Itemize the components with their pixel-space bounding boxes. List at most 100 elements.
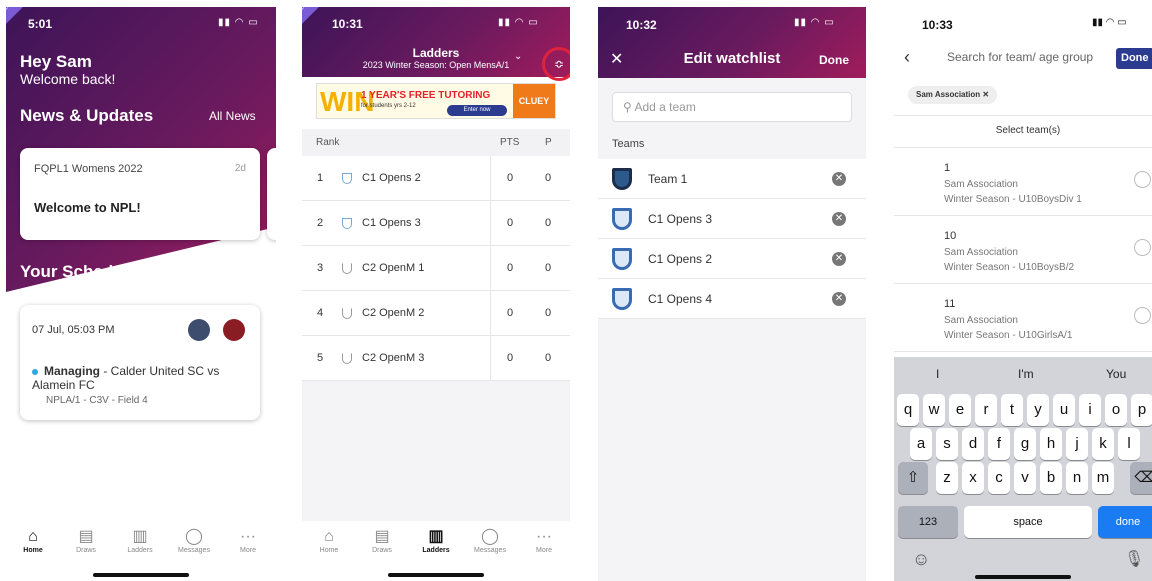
key-f[interactable]: f	[988, 428, 1010, 460]
team-search-input[interactable]: Search for team/ age group	[947, 50, 1093, 64]
microphone-icon[interactable]: 🎙	[1124, 549, 1144, 569]
remove-icon[interactable]: ✕	[832, 252, 846, 266]
ladders-icon: ▥	[428, 528, 444, 545]
key-t[interactable]: t	[1001, 394, 1023, 426]
news-card[interactable]: FQPL1 Womens 2022 2d Welcome to NPL!	[20, 148, 260, 240]
tab-home[interactable]: ⌂ Home	[13, 527, 53, 554]
key-u[interactable]: u	[1053, 394, 1075, 426]
team-search-screen: 10:33 ▮▮ ◠ ▭ ‹ Search for team/ age grou…	[894, 7, 1152, 581]
chevron-down-icon[interactable]: ⌄	[514, 51, 522, 62]
radio-button[interactable]	[1134, 171, 1151, 188]
key-k[interactable]: k	[1092, 428, 1114, 460]
all-news-link[interactable]: All News	[209, 109, 256, 123]
team-row[interactable]: C1 Opens 3 ✕	[598, 199, 866, 239]
numbers-key[interactable]: 123	[898, 506, 958, 538]
ladder-row[interactable]: 5 C2 OpenM 3 0 0	[302, 336, 570, 381]
tab-ladders[interactable]: ▥ Ladders	[416, 527, 456, 554]
ladders-title[interactable]: Ladders	[302, 46, 570, 60]
team-shield-icon	[342, 217, 352, 229]
remove-icon[interactable]: ✕	[832, 172, 846, 186]
status-icons: ▮▮ ◠ ▭	[794, 17, 835, 28]
news-headline: Welcome to NPL!	[34, 200, 141, 215]
key-q[interactable]: q	[897, 394, 919, 426]
news-card-next[interactable]	[267, 148, 276, 240]
key-y[interactable]: y	[1027, 394, 1049, 426]
key-n[interactable]: n	[1066, 462, 1088, 494]
done-button[interactable]: Done	[1116, 48, 1152, 69]
match-card[interactable]: 07 Jul, 05:03 PM Managing - Calder Unite…	[20, 305, 260, 420]
tab-more[interactable]: ··· More	[228, 527, 268, 554]
team-option[interactable]: 1 Sam Association Winter Season - U10BoysD…	[894, 148, 1152, 216]
key-a[interactable]: a	[910, 428, 932, 460]
team-shield-icon	[342, 307, 352, 319]
team-row[interactable]: Team 1 ✕	[598, 159, 866, 199]
space-key[interactable]: space	[964, 506, 1092, 538]
home-team-logo	[188, 319, 210, 341]
row-pts: 0	[507, 307, 514, 319]
tab-messages[interactable]: ◯ Messages	[174, 527, 214, 554]
row-pts: 0	[507, 172, 514, 184]
key-j[interactable]: j	[1066, 428, 1088, 460]
schedule-heading: Your Schedule	[20, 262, 138, 281]
tab-home[interactable]: ⌂ Home	[309, 527, 349, 554]
key-m[interactable]: m	[1092, 462, 1114, 494]
tab-more[interactable]: ··· More	[524, 527, 564, 554]
suggestion[interactable]: You	[1106, 367, 1126, 381]
tab-draws[interactable]: ▤ Draws	[362, 527, 402, 554]
key-c[interactable]: c	[988, 462, 1010, 494]
add-team-search[interactable]: ⚲ Add a team	[612, 92, 852, 122]
done-button[interactable]: Done	[819, 53, 849, 67]
option-name: 1	[944, 162, 951, 174]
ladder-row[interactable]: 1 C1 Opens 2 0 0	[302, 156, 570, 201]
suggestion[interactable]: I	[936, 367, 939, 381]
ladder-row[interactable]: 4 C2 OpenM 2 0 0	[302, 291, 570, 336]
key-r[interactable]: r	[975, 394, 997, 426]
tab-messages[interactable]: ◯ Messages	[470, 527, 510, 554]
key-w[interactable]: w	[923, 394, 945, 426]
remove-icon[interactable]: ✕	[832, 212, 846, 226]
select-teams-label: Select team(s)	[995, 125, 1061, 136]
close-icon[interactable]: ✕	[982, 90, 989, 99]
ladder-row[interactable]: 2 C1 Opens 3 0 0	[302, 201, 570, 246]
key-s[interactable]: s	[936, 428, 958, 460]
team-row[interactable]: C1 Opens 4 ✕	[598, 279, 866, 319]
team-row[interactable]: C1 Opens 2 ✕	[598, 239, 866, 279]
key-x[interactable]: x	[962, 462, 984, 494]
key-e[interactable]: e	[949, 394, 971, 426]
tab-draws[interactable]: ▤ Draws	[66, 527, 106, 554]
suggestion[interactable]: I'm	[1018, 367, 1034, 381]
team-option[interactable]: 11 Sam Association Winter Season - U10Girl…	[894, 284, 1152, 352]
association-chip[interactable]: Sam Association ✕	[908, 86, 998, 104]
home-indicator	[388, 573, 484, 577]
key-h[interactable]: h	[1040, 428, 1062, 460]
key-o[interactable]: o	[1105, 394, 1127, 426]
tab-ladders[interactable]: ▥ Ladders	[120, 527, 160, 554]
col-rank: Rank	[316, 137, 340, 148]
ad-banner[interactable]: WIN 1 YEAR'S FREE TUTORING for students …	[316, 83, 556, 119]
radio-button[interactable]	[1134, 307, 1151, 324]
key-i[interactable]: i	[1079, 394, 1101, 426]
status-time: 10:31	[332, 17, 363, 31]
remove-icon[interactable]: ✕	[832, 292, 846, 306]
team-option[interactable]: 10 Sam Association Winter Season - U10Boys…	[894, 216, 1152, 284]
key-g[interactable]: g	[1014, 428, 1036, 460]
live-link[interactable]: Live S	[192, 265, 223, 277]
ladders-subtitle[interactable]: 2023 Winter Season: Open MensA/1	[302, 60, 570, 70]
key-z[interactable]: z	[936, 462, 958, 494]
emoji-icon[interactable]: ☺	[912, 549, 930, 570]
key-v[interactable]: v	[1014, 462, 1036, 494]
filter-icon[interactable]: ≎	[542, 47, 570, 81]
key-b[interactable]: b	[1040, 462, 1062, 494]
key-p[interactable]: p	[1131, 394, 1152, 426]
backspace-key[interactable]: ⌫	[1130, 462, 1152, 494]
shift-key[interactable]: ⇧	[898, 462, 928, 494]
ladder-row[interactable]: 3 C2 OpenM 1 0 0	[302, 246, 570, 291]
ad-cta[interactable]: Enter now	[447, 105, 507, 116]
radio-button[interactable]	[1134, 239, 1151, 256]
done-key[interactable]: done	[1098, 506, 1152, 538]
team-name: C1 Opens 2	[362, 172, 421, 184]
key-l[interactable]: l	[1118, 428, 1140, 460]
key-d[interactable]: d	[962, 428, 984, 460]
news-heading: News & Updates	[20, 106, 154, 125]
back-icon[interactable]: ‹	[904, 47, 910, 68]
